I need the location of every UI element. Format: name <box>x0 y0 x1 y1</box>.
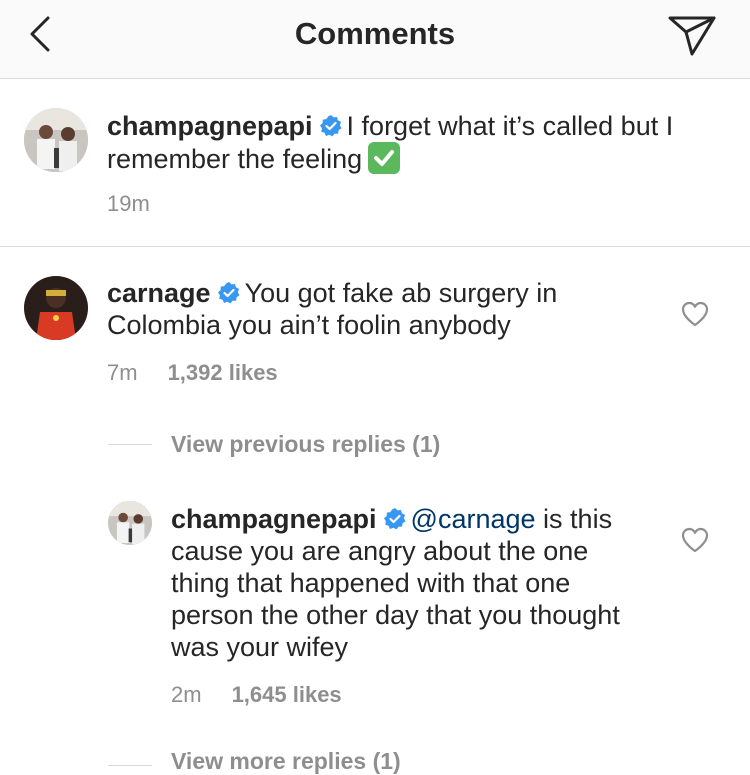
caption-timestamp: 19m <box>107 191 150 216</box>
check-mark-emoji-icon <box>368 142 401 174</box>
replies-divider-line <box>108 765 152 766</box>
reply-username[interactable]: champagnepapi <box>171 504 377 534</box>
avatar[interactable] <box>108 501 152 545</box>
verified-badge-icon <box>383 508 406 530</box>
like-button[interactable] <box>680 526 710 554</box>
view-more-replies-link[interactable]: View more replies (1) <box>171 748 401 775</box>
caption-meta: 19m <box>107 191 150 217</box>
paper-plane-icon <box>668 16 716 56</box>
comment-meta: 7m 1,392 likes <box>107 360 278 386</box>
likes-count[interactable]: 1,645 likes <box>232 682 342 707</box>
view-previous-replies-link[interactable]: View previous replies (1) <box>171 431 440 458</box>
verified-badge-icon <box>319 115 342 137</box>
replies-divider-line <box>108 444 152 445</box>
caption-text: champagnepapi I forget what it’s called b… <box>107 110 727 175</box>
comment-username[interactable]: carnage <box>107 278 211 308</box>
share-button[interactable] <box>666 12 718 56</box>
divider <box>0 246 750 247</box>
reply-text: champagnepapi @carnage is this cause you … <box>171 503 651 663</box>
mention-link[interactable]: @carnage <box>411 504 536 534</box>
like-button[interactable] <box>680 300 710 328</box>
comment-timestamp: 7m <box>107 360 138 385</box>
page-title: Comments <box>294 16 456 51</box>
comment-text: carnage You got fake ab surgery in Colomb… <box>107 277 627 341</box>
likes-count[interactable]: 1,392 likes <box>168 360 278 385</box>
avatar[interactable] <box>24 108 88 172</box>
caption-username[interactable]: champagnepapi <box>107 111 313 141</box>
comments-header: Comments <box>0 0 750 79</box>
verified-badge-icon <box>217 282 240 304</box>
reply-meta: 2m 1,645 likes <box>171 682 342 708</box>
avatar[interactable] <box>24 276 88 340</box>
heart-icon <box>681 301 709 327</box>
reply-timestamp: 2m <box>171 682 202 707</box>
heart-icon <box>681 527 709 553</box>
